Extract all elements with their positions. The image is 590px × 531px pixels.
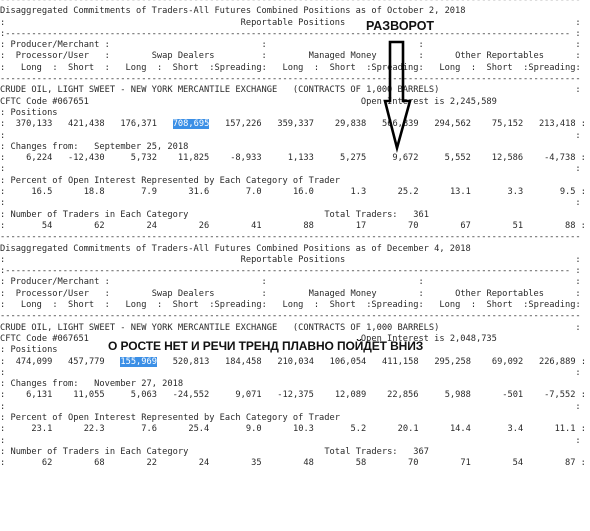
trend-comment-annotation: О РОСТЕ НЕТ И РЕЧИ ТРЕНД ПЛАВНО ПОЙДЕТ В… [108, 339, 424, 353]
reversal-annotation: РАЗВОРОТ [366, 19, 435, 33]
down-arrow-icon [383, 40, 412, 154]
